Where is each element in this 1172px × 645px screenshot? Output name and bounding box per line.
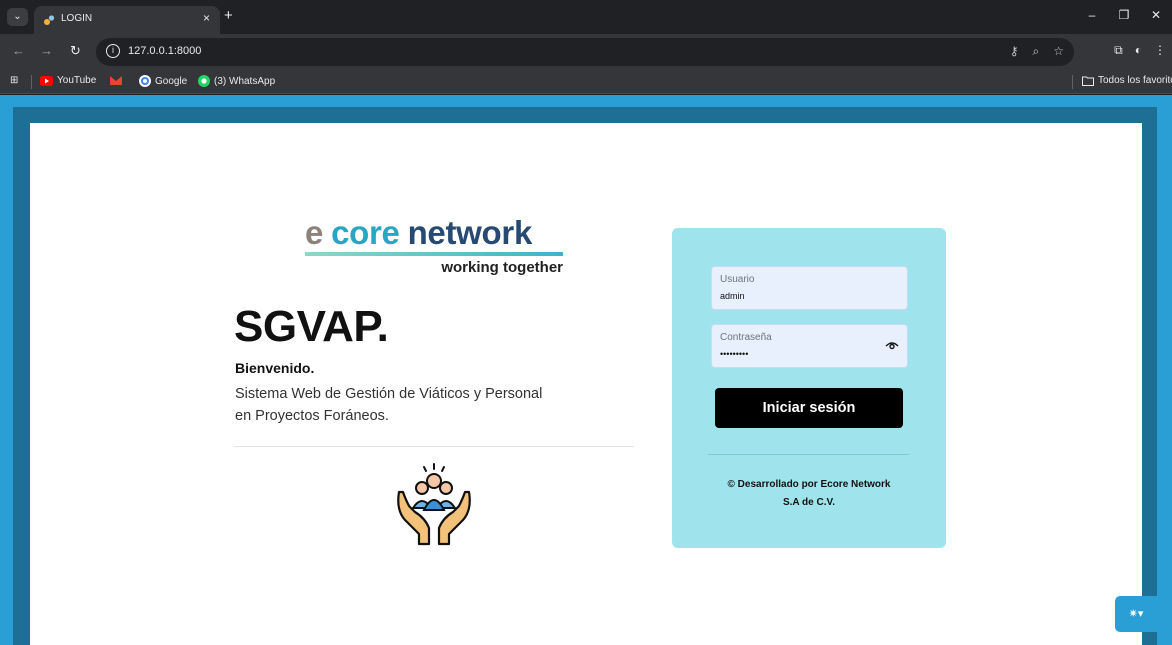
tab-title: LOGIN <box>61 13 93 24</box>
welcome-heading: Bienvenido. <box>235 360 315 376</box>
page-viewport <box>0 95 1172 645</box>
all-bookmarks-folder[interactable]: Todos los favoritos <box>1082 75 1172 86</box>
address-bar-actions: ⚷ ⌕ ☆ <box>1010 44 1064 59</box>
window-controls: – ❐ ✕ <box>1076 0 1172 34</box>
company-logo: e core network working together <box>305 215 565 276</box>
logo-tagline: working together <box>441 259 563 276</box>
login-submit-button[interactable]: Iniciar sesión <box>715 388 903 428</box>
bookmark-youtube[interactable]: YouTube <box>40 75 96 86</box>
new-tab-button[interactable]: + <box>224 8 233 23</box>
forward-icon[interactable]: → <box>40 43 53 58</box>
caret-down-icon: ▾ <box>1137 608 1144 620</box>
password-input[interactable]: ••••••••• <box>720 349 748 359</box>
restore-icon[interactable]: ❐ <box>1108 0 1140 34</box>
tab-close-icon[interactable]: × <box>203 11 210 25</box>
sun-icon: ✷ <box>1128 608 1138 620</box>
card-divider <box>708 454 909 455</box>
address-bar[interactable]: i 127.0.0.1:8000 ⚷ ⌕ ☆ <box>96 38 1074 66</box>
gmail-icon <box>110 76 122 85</box>
bookmarks-bar: ⊞ YouTube Google (3) WhatsApp Todos los … <box>0 70 1172 94</box>
youtube-icon <box>40 75 53 86</box>
browser-toolbar: ← → ↻ i 127.0.0.1:8000 ⚷ ⌕ ☆ ⧉ ◐ ⋮ <box>0 34 1172 70</box>
logo-word-network: network <box>407 214 533 251</box>
bookmark-google[interactable]: Google <box>139 75 187 87</box>
whatsapp-icon <box>198 75 210 87</box>
bookmark-whatsapp[interactable]: (3) WhatsApp <box>198 75 275 87</box>
username-label: Usuario <box>720 274 755 285</box>
bookmark-separator <box>1072 75 1073 89</box>
username-input[interactable]: admin <box>720 291 745 301</box>
minimize-icon[interactable]: – <box>1076 0 1108 34</box>
extensions-icon[interactable]: ⧉ <box>1114 43 1123 58</box>
google-icon <box>139 75 151 87</box>
back-icon[interactable]: ← <box>12 43 25 58</box>
password-key-icon[interactable]: ⚷ <box>1010 44 1019 59</box>
toolbar-right: ⧉ ◐ ⋮ <box>1114 43 1172 58</box>
apps-grid-icon[interactable]: ⊞ <box>10 75 18 86</box>
bookmark-separator <box>31 75 32 89</box>
browser-tab-login[interactable]: LOGIN × <box>34 6 220 34</box>
username-field[interactable]: Usuario admin <box>711 266 908 310</box>
tab-favicon-icon <box>44 15 55 25</box>
login-card: Usuario admin Contraseña ••••••••• Inici… <box>672 228 946 548</box>
reload-icon[interactable]: ↻ <box>70 43 81 59</box>
address-url[interactable]: 127.0.0.1:8000 <box>128 45 201 57</box>
bookmark-gmail-icon[interactable] <box>110 75 122 85</box>
logo-underline <box>305 252 563 256</box>
app-title: SGVAP. <box>234 302 389 351</box>
app-description: Sistema Web de Gestión de Viáticos y Per… <box>235 386 543 424</box>
section-divider <box>234 446 634 447</box>
close-window-icon[interactable]: ✕ <box>1140 0 1172 34</box>
show-password-eye-icon[interactable] <box>885 340 899 352</box>
profile-icon[interactable]: ◐ <box>1135 43 1142 58</box>
theme-toggle-button[interactable]: ✷▾ <box>1115 596 1157 632</box>
menu-icon[interactable]: ⋮ <box>1154 43 1166 58</box>
logo-word-e: e <box>305 214 324 251</box>
password-label: Contraseña <box>720 332 772 343</box>
folder-icon <box>1082 76 1094 86</box>
zoom-icon[interactable]: ⌕ <box>1033 44 1040 59</box>
tab-strip: ⌄ LOGIN × + – ❐ ✕ <box>0 0 1172 34</box>
password-field[interactable]: Contraseña ••••••••• <box>711 324 908 368</box>
site-info-icon[interactable]: i <box>106 44 120 58</box>
logo-word-core: core <box>331 214 400 251</box>
hands-team-icon <box>397 463 471 546</box>
tab-search-chevron-icon[interactable]: ⌄ <box>7 8 28 26</box>
credits-text: © Desarrollado por Ecore Network S.A de … <box>727 479 891 508</box>
bookmark-star-icon[interactable]: ☆ <box>1053 44 1064 59</box>
